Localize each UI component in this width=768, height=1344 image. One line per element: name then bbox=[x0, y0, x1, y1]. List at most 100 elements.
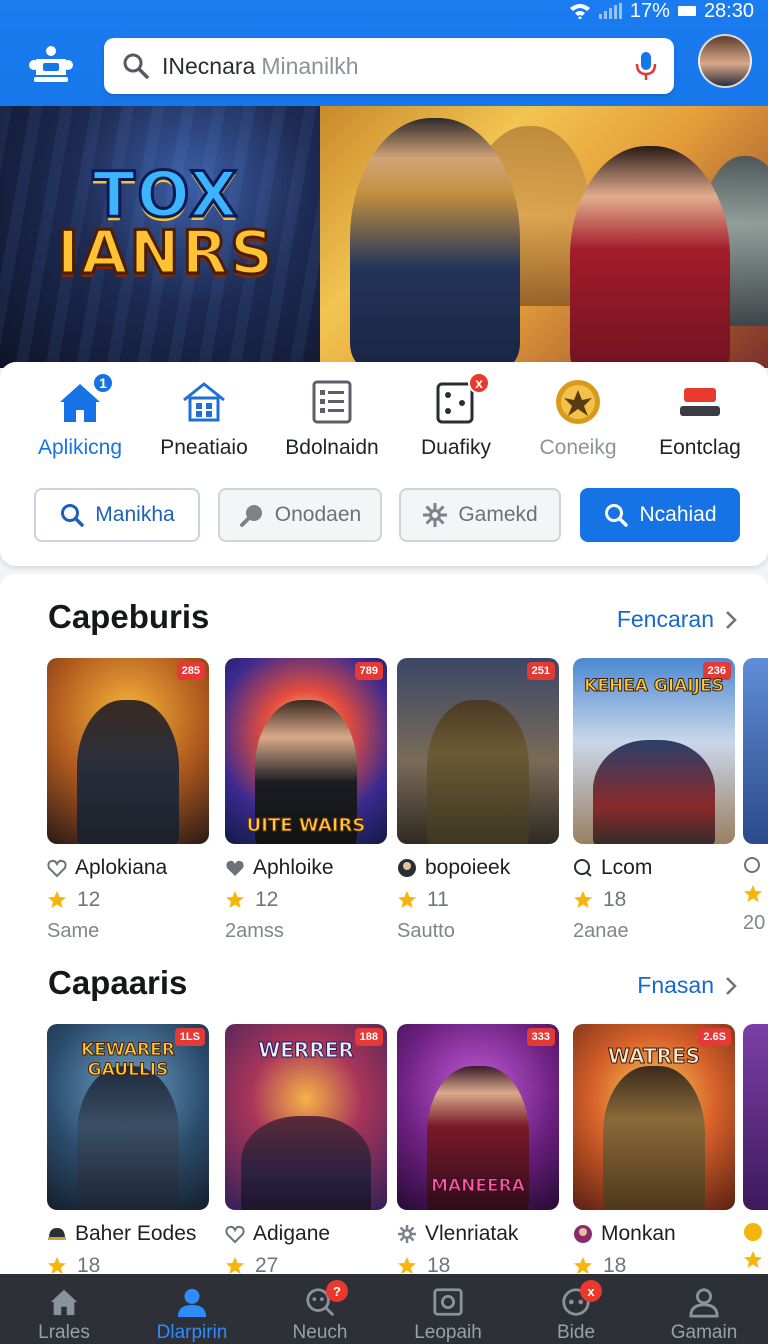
star-icon bbox=[574, 1257, 592, 1274]
nav-badge: x bbox=[580, 1280, 602, 1302]
game-card[interactable]: 236 KEHEA GIAIJES Lcom 18 2anae bbox=[573, 658, 735, 943]
category-label: Duafiky bbox=[420, 436, 492, 459]
game-card-art bbox=[743, 1024, 768, 1210]
game-card[interactable]: 789 UITE WAIRS Aphloike 12 2amss bbox=[225, 658, 387, 943]
game-card-art: 236 KEHEA GIAIJES bbox=[573, 658, 735, 844]
nav-item-gamain[interactable]: Gamain bbox=[640, 1274, 768, 1344]
status-bar: 17% 28:30 bbox=[569, 0, 754, 22]
game-card[interactable]: 285 Aplokiana 12 Same bbox=[47, 658, 209, 943]
search-placeholder: Minanilkh bbox=[261, 52, 359, 79]
user-avatar[interactable] bbox=[698, 34, 752, 88]
filter-chip-gamekd[interactable]: Gamekd bbox=[399, 488, 561, 542]
card-art-title: WERRER bbox=[258, 1038, 355, 1063]
game-card-art: 251 bbox=[397, 658, 559, 844]
game-card-title: Aplokiana bbox=[47, 856, 209, 880]
chip-label: Manikha bbox=[95, 503, 175, 526]
nav-label: Bide bbox=[556, 1322, 596, 1343]
nav-item-lrales[interactable]: Lrales bbox=[0, 1274, 128, 1344]
category-label: Aplikicng bbox=[37, 436, 123, 459]
star-icon bbox=[744, 885, 762, 902]
heart-icon[interactable] bbox=[225, 858, 245, 878]
filter-chip-onodaen[interactable]: Onodaen bbox=[218, 488, 382, 542]
card-art-title: KEHEA GIAIJES bbox=[584, 676, 725, 697]
section-more-label: Fnasan bbox=[637, 972, 714, 998]
category-label: Eontclag bbox=[659, 436, 741, 459]
game-card[interactable]: 251 bopoieek 11 Sautto bbox=[397, 658, 559, 943]
card-art-title: MANEERA bbox=[431, 1176, 526, 1197]
search-icon bbox=[239, 505, 262, 527]
heart-icon[interactable] bbox=[225, 1224, 245, 1244]
nav-label: Neuch bbox=[292, 1322, 348, 1343]
category-bdolnaidn[interactable]: Bdolnaidn bbox=[268, 378, 396, 460]
game-card[interactable]: 333 MANEERA Vlenriatak 18 bbox=[397, 1024, 559, 1278]
game-card-rating: 12 bbox=[47, 888, 209, 912]
nav-item-dlarpirin[interactable]: Dlarpirin bbox=[128, 1274, 256, 1344]
app-logo-icon[interactable] bbox=[24, 38, 78, 92]
category-eontclag[interactable]: Eontclag bbox=[636, 378, 764, 460]
game-card-art: 188 WERRER bbox=[225, 1024, 387, 1210]
category-duafiky[interactable]: x Duafiky bbox=[392, 372, 520, 460]
nav-label: Leopaih bbox=[414, 1322, 482, 1343]
category-badge: 1 bbox=[92, 372, 114, 394]
category-aplikicng[interactable]: 1 Aplikicng bbox=[16, 372, 144, 460]
section-more-link[interactable]: Fnasan bbox=[637, 972, 738, 999]
hero-logo-panel: TOX IANRS bbox=[0, 106, 320, 368]
game-card-rating bbox=[743, 884, 768, 904]
nav-item-bide[interactable]: x Bide bbox=[512, 1274, 640, 1344]
card-tag: 285 bbox=[176, 662, 205, 680]
gear-icon bbox=[423, 503, 448, 527]
section-more-link[interactable]: Fencaran bbox=[617, 606, 738, 633]
game-card[interactable]: 2.6S WATRES Monkan 18 bbox=[573, 1024, 735, 1278]
search-input[interactable]: INecnara Minanilkh bbox=[162, 53, 358, 80]
game-card[interactable]: 1LS KEWARER GAULLIS Baher Eodes 18 bbox=[47, 1024, 209, 1278]
clock: 28:30 bbox=[703, 0, 754, 22]
game-card-subtitle: Same bbox=[47, 920, 100, 942]
category-label: Bdolnaidn bbox=[285, 436, 379, 459]
game-card-title: Baher Eodes bbox=[47, 1222, 209, 1246]
game-card-rating: 11 bbox=[397, 888, 559, 912]
game-card[interactable]: 188 WERRER Adigane 27 bbox=[225, 1024, 387, 1278]
avatar-icon bbox=[398, 859, 416, 877]
nav-item-neuch[interactable]: ? Neuch bbox=[256, 1274, 384, 1344]
category-coneikg[interactable]: Coneikg bbox=[514, 378, 642, 460]
game-card-subtitle: 20 bbox=[743, 912, 766, 934]
game-card-title: Adigane bbox=[225, 1222, 387, 1246]
chip-label: Onodaen bbox=[274, 503, 362, 526]
search-icon bbox=[123, 53, 149, 79]
chip-label: Gamekd bbox=[458, 503, 538, 526]
microphone-icon[interactable] bbox=[634, 51, 658, 81]
search-icon bbox=[605, 504, 629, 527]
game-card-title: Aphloike bbox=[225, 856, 387, 880]
card-tag: 333 bbox=[526, 1028, 555, 1046]
game-card-partial[interactable]: 20 bbox=[743, 658, 768, 935]
heart-icon[interactable] bbox=[47, 858, 67, 878]
wifi-icon bbox=[569, 4, 590, 19]
game-card-rating: 18 bbox=[573, 888, 735, 912]
search-icon bbox=[61, 504, 85, 527]
star-icon bbox=[48, 1257, 66, 1274]
hero-game-logo: TOX IANRS bbox=[46, 162, 286, 284]
star-icon bbox=[398, 1257, 416, 1274]
signal-icon bbox=[598, 3, 622, 19]
star-icon bbox=[574, 891, 592, 908]
filter-chip-manikha[interactable]: Manikha bbox=[34, 488, 200, 542]
nav-label: Gamain bbox=[670, 1322, 738, 1343]
search-bar[interactable]: INecnara Minanilkh bbox=[104, 38, 674, 94]
filter-chip-ncahiad[interactable]: Ncahiad bbox=[580, 488, 740, 542]
category-label: Pneatiaio bbox=[160, 436, 248, 459]
game-card-partial[interactable] bbox=[743, 1024, 768, 1270]
battery-text: 17% bbox=[629, 0, 670, 22]
card-art-title: KEWARER GAULLIS bbox=[81, 1040, 176, 1081]
card-tag: 789 bbox=[354, 662, 383, 680]
category-badge: x bbox=[468, 372, 490, 394]
game-card-art: 1LS KEWARER GAULLIS bbox=[47, 1024, 209, 1210]
hero-banner[interactable]: TOX IANRS bbox=[0, 106, 768, 368]
nav-item-leopaih[interactable]: Leopaih bbox=[384, 1274, 512, 1344]
section-more-label: Fencaran bbox=[616, 606, 714, 632]
house-grid-icon bbox=[180, 378, 228, 426]
star-icon bbox=[226, 1257, 244, 1274]
game-card-subtitle: Sautto bbox=[397, 920, 455, 942]
game-card-art: 285 bbox=[47, 658, 209, 844]
category-pneatiaio[interactable]: Pneatiaio bbox=[140, 378, 268, 460]
profile-icon bbox=[689, 1288, 719, 1318]
